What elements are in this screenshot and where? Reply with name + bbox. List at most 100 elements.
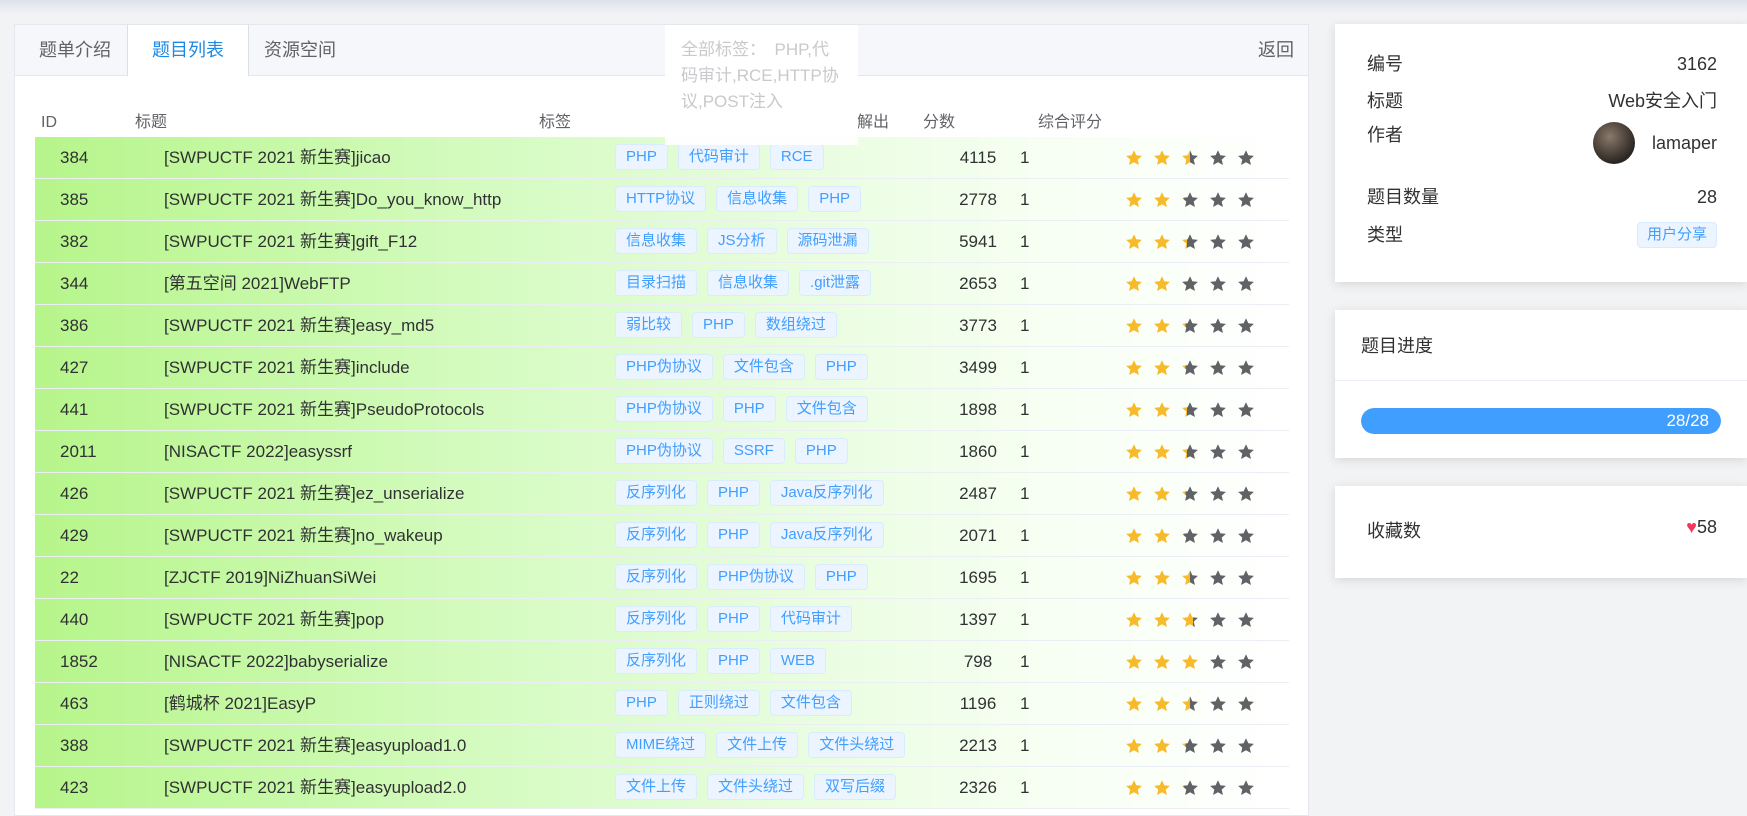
star-icon[interactable] (1153, 569, 1171, 587)
table-row[interactable]: 423 [SWPUCTF 2021 新生赛]easyupload2.0 文件上传 文件… (35, 767, 1289, 809)
star-icon[interactable] (1125, 233, 1143, 251)
star-icon[interactable] (1209, 359, 1227, 377)
star-icon[interactable] (1153, 401, 1171, 419)
row-title[interactable]: [SWPUCTF 2021 新生赛]no_wakeup (164, 515, 443, 556)
star-icon[interactable] (1181, 149, 1199, 167)
star-icon[interactable] (1237, 527, 1255, 545)
row-title[interactable]: [SWPUCTF 2021 新生赛]easyupload2.0 (164, 767, 466, 808)
row-title[interactable]: [SWPUCTF 2021 新生赛]ez_unserialize (164, 473, 464, 514)
star-icon[interactable] (1181, 485, 1199, 503)
star-icon[interactable] (1181, 779, 1199, 797)
star-icon[interactable] (1153, 275, 1171, 293)
star-icon[interactable] (1209, 527, 1227, 545)
tag[interactable]: HTTP协议 (615, 186, 707, 212)
star-icon[interactable] (1237, 443, 1255, 461)
star-icon[interactable] (1181, 233, 1199, 251)
tag[interactable]: PHP (615, 144, 668, 170)
tag[interactable]: 文件头绕过 (707, 774, 805, 800)
star-icon[interactable] (1153, 527, 1171, 545)
star-icon[interactable] (1125, 611, 1143, 629)
tag[interactable]: 信息收集 (716, 186, 799, 212)
tag[interactable]: 文件上传 (716, 732, 799, 758)
tag[interactable]: 反序列化 (615, 480, 698, 506)
table-row[interactable]: 2011 [NISACTF 2022]easyssrf PHP伪协议 SSRF PHP 1… (35, 431, 1289, 473)
star-icon[interactable] (1153, 611, 1171, 629)
star-icon[interactable] (1153, 695, 1171, 713)
star-icon[interactable] (1209, 149, 1227, 167)
star-icon[interactable] (1209, 779, 1227, 797)
tag[interactable]: PHP (707, 522, 760, 548)
heart-icon[interactable]: ♥ (1686, 517, 1697, 537)
table-row[interactable]: 384 [SWPUCTF 2021 新生赛]jicao PHP 代码审计 RCE 4115… (35, 137, 1289, 179)
tag[interactable]: 数组绕过 (754, 312, 837, 338)
tag[interactable]: PHP (814, 564, 868, 590)
row-title[interactable]: [SWPUCTF 2021 新生赛]Do_you_know_http (164, 179, 501, 220)
author-avatar[interactable] (1593, 122, 1635, 164)
back-link[interactable]: 返回 (1258, 25, 1294, 75)
star-icon[interactable] (1125, 779, 1143, 797)
tag[interactable]: PHP (707, 480, 760, 506)
star-icon[interactable] (1153, 359, 1171, 377)
star-icon[interactable] (1181, 401, 1199, 419)
tag[interactable]: 文件包含 (785, 396, 868, 422)
row-title[interactable]: [NISACTF 2022]easyssrf (164, 431, 352, 472)
tag[interactable]: 信息收集 (707, 270, 790, 296)
row-title[interactable]: [ZJCTF 2019]NiZhuanSiWei (164, 557, 376, 598)
tag[interactable]: 反序列化 (615, 606, 698, 632)
star-icon[interactable] (1209, 191, 1227, 209)
tag[interactable]: JS分析 (707, 228, 777, 254)
star-icon[interactable] (1125, 401, 1143, 419)
star-icon[interactable] (1237, 149, 1255, 167)
tag[interactable]: 文件上传 (615, 774, 698, 800)
star-icon[interactable] (1153, 485, 1171, 503)
tag[interactable]: 目录扫描 (615, 270, 698, 296)
tab-resources[interactable]: 资源空间 (240, 25, 360, 75)
star-icon[interactable] (1237, 317, 1255, 335)
tag[interactable]: 代码审计 (769, 606, 852, 632)
tag[interactable]: PHP (794, 438, 848, 464)
row-title[interactable]: [NISACTF 2022]babyserialize (164, 641, 388, 682)
tag[interactable]: PHP伪协议 (615, 396, 713, 422)
table-row[interactable]: 426 [SWPUCTF 2021 新生赛]ez_unserialize 反序列化 P… (35, 473, 1289, 515)
star-icon[interactable] (1153, 779, 1171, 797)
star-icon[interactable] (1181, 695, 1199, 713)
tag[interactable]: 文件包含 (769, 690, 852, 716)
star-icon[interactable] (1237, 611, 1255, 629)
tag[interactable]: 正则绕过 (677, 690, 760, 716)
table-row[interactable]: 441 [SWPUCTF 2021 新生赛]PseudoProtocols PHP伪… (35, 389, 1289, 431)
star-icon[interactable] (1209, 485, 1227, 503)
star-icon[interactable] (1237, 779, 1255, 797)
table-row[interactable]: 344 [第五空间 2021]WebFTP 目录扫描 信息收集 .git泄露 2653 1 (35, 263, 1289, 305)
tab-problem-list[interactable]: 题目列表 (127, 25, 249, 76)
star-icon[interactable] (1237, 359, 1255, 377)
table-row[interactable]: 385 [SWPUCTF 2021 新生赛]Do_you_know_http HTT… (35, 179, 1289, 221)
star-icon[interactable] (1125, 653, 1143, 671)
tab-intro[interactable]: 题单介绍 (15, 25, 135, 75)
star-icon[interactable] (1125, 569, 1143, 587)
tag[interactable]: Java反序列化 (769, 480, 884, 506)
favorites-value[interactable]: ♥58 (1686, 517, 1717, 538)
star-icon[interactable] (1181, 317, 1199, 335)
tag[interactable]: RCE (769, 144, 824, 170)
star-icon[interactable] (1153, 737, 1171, 755)
tag[interactable]: PHP (722, 396, 776, 422)
tag[interactable]: PHP (692, 312, 745, 338)
tag[interactable]: 反序列化 (615, 648, 698, 674)
star-icon[interactable] (1237, 233, 1255, 251)
tag[interactable]: PHP (615, 690, 668, 716)
star-icon[interactable] (1181, 737, 1199, 755)
star-icon[interactable] (1181, 275, 1199, 293)
star-icon[interactable] (1181, 569, 1199, 587)
tag[interactable]: PHP (707, 606, 760, 632)
row-title[interactable]: [SWPUCTF 2021 新生赛]jicao (164, 137, 391, 178)
tag[interactable]: 文件头绕过 (808, 732, 906, 758)
star-icon[interactable] (1209, 569, 1227, 587)
star-icon[interactable] (1209, 443, 1227, 461)
row-title[interactable]: [第五空间 2021]WebFTP (164, 263, 351, 304)
star-icon[interactable] (1237, 695, 1255, 713)
tag[interactable]: 代码审计 (677, 144, 760, 170)
star-icon[interactable] (1209, 737, 1227, 755)
row-title[interactable]: [SWPUCTF 2021 新生赛]easy_md5 (164, 305, 434, 346)
star-icon[interactable] (1237, 569, 1255, 587)
tag[interactable]: PHP (808, 186, 862, 212)
